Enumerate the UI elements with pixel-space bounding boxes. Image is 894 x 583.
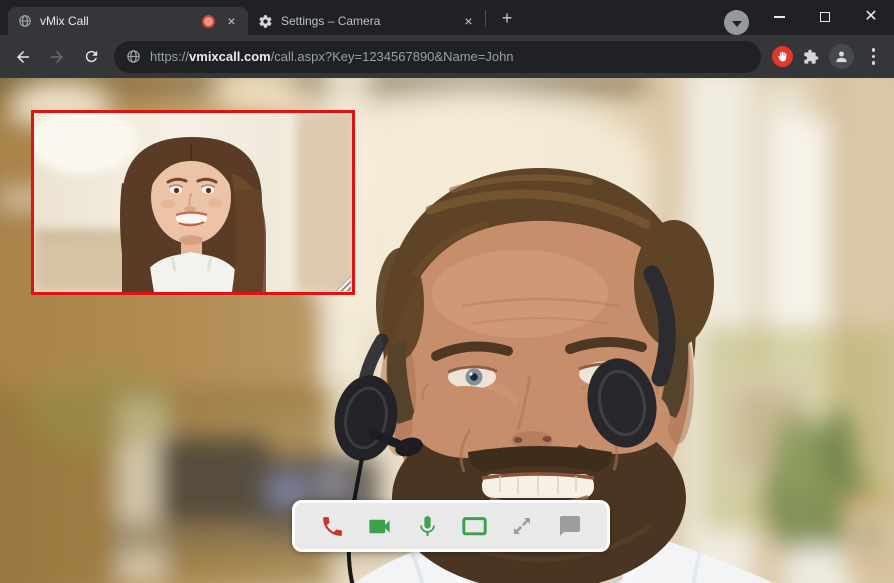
chat-bubble-icon [558, 514, 582, 538]
monitor-icon [461, 513, 488, 540]
gear-icon [258, 14, 273, 29]
camera-button[interactable] [364, 509, 396, 543]
local-video [34, 113, 352, 292]
url-text: https://vmixcall.com/call.aspx?Key=12345… [150, 49, 514, 64]
media-controls-button[interactable] [724, 10, 749, 35]
microphone-icon [415, 514, 440, 539]
phone-icon [320, 514, 345, 539]
globe-favicon-icon [18, 14, 32, 28]
call-viewport [0, 78, 894, 583]
tab-settings-camera[interactable]: Settings – Camera × [248, 7, 485, 35]
video-camera-icon [366, 513, 393, 540]
tab-vmix-call[interactable]: vMix Call × [8, 7, 248, 35]
close-window-button[interactable]: ✕ [848, 0, 894, 34]
chevron-down-icon [732, 21, 742, 27]
microphone-button[interactable] [411, 509, 443, 543]
address-bar[interactable]: https://vmixcall.com/call.aspx?Key=12345… [114, 41, 761, 73]
browser-menu-kebab-icon[interactable] [868, 44, 880, 69]
tab-close-icon[interactable]: × [223, 13, 240, 30]
tab-strip: vMix Call × Settings – Camera × + ✕ [0, 0, 894, 35]
hang-up-button[interactable] [316, 509, 348, 543]
new-tab-button[interactable]: + [495, 6, 519, 30]
back-button[interactable] [8, 42, 38, 72]
close-icon: ✕ [864, 9, 877, 25]
tab-title: vMix Call [40, 14, 194, 28]
local-preview-window[interactable] [31, 110, 355, 295]
extensions-puzzle-icon[interactable] [803, 49, 819, 65]
tab-close-icon[interactable]: × [460, 13, 477, 30]
browser-window: vMix Call × Settings – Camera × + ✕ [0, 0, 894, 583]
expand-arrows-icon [510, 514, 534, 538]
chat-button[interactable] [554, 509, 586, 543]
globe-icon [126, 49, 141, 64]
url-domain: vmixcall.com [189, 49, 271, 64]
adblock-hand-extension-icon[interactable] [772, 46, 793, 67]
maximize-button[interactable] [802, 0, 848, 34]
reload-button[interactable] [76, 42, 106, 72]
minimize-icon [774, 16, 785, 18]
screen-share-button[interactable] [459, 509, 491, 543]
forward-button[interactable] [42, 42, 72, 72]
window-controls: ✕ [756, 0, 894, 34]
call-control-bar [292, 500, 610, 552]
recording-indicator-icon [202, 15, 215, 28]
tab-title: Settings – Camera [281, 14, 452, 28]
minimize-button[interactable] [756, 0, 802, 34]
browser-toolbar: https://vmixcall.com/call.aspx?Key=12345… [0, 35, 894, 78]
profile-avatar[interactable] [829, 44, 854, 69]
maximize-icon [820, 12, 830, 22]
tab-separator [485, 10, 486, 27]
fullscreen-button[interactable] [506, 509, 538, 543]
local-person [120, 137, 266, 292]
